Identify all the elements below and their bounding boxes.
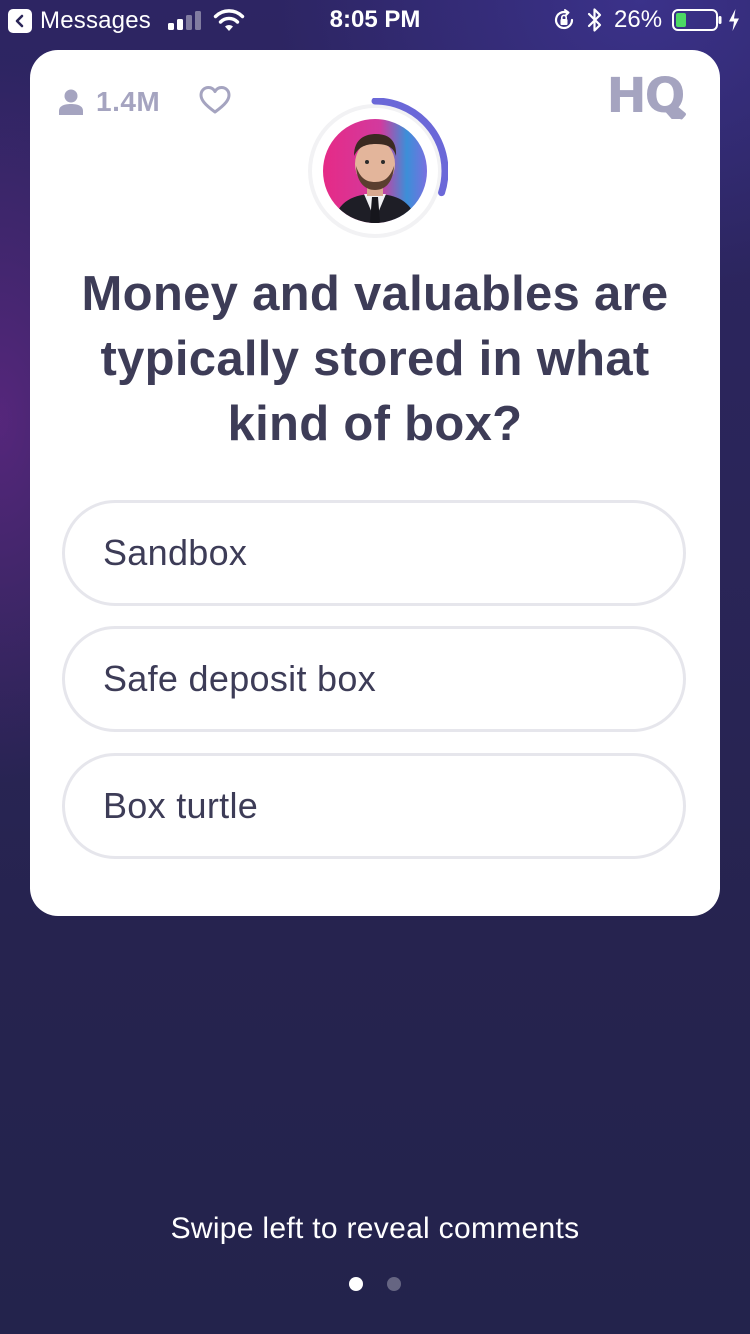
battery-fill — [676, 13, 686, 27]
answer-label: Safe deposit box — [103, 658, 376, 699]
answer-option-2[interactable]: Safe deposit box — [62, 626, 686, 732]
page-indicator[interactable] — [0, 1276, 750, 1292]
question-text: Money and valuables are typically stored… — [81, 267, 669, 451]
page-dot-1[interactable] — [349, 1277, 363, 1291]
answer-option-1[interactable]: Sandbox — [62, 500, 686, 606]
viewer-count-value: 1.4M — [96, 86, 161, 117]
host-timer — [301, 97, 449, 245]
battery-percent: 26% — [614, 6, 663, 33]
rotation-lock-icon — [554, 9, 574, 30]
hq-logo: HQ — [598, 66, 692, 126]
answer-option-3[interactable]: Box turtle — [62, 753, 686, 859]
viewer-count: 1.4M — [58, 86, 160, 118]
answer-label: Box turtle — [103, 785, 259, 826]
hq-logo-text: HQ — [607, 68, 684, 124]
swipe-hint: Swipe left to reveal comments — [170, 1212, 580, 1245]
bluetooth-icon — [587, 8, 602, 32]
battery-icon — [672, 9, 722, 31]
charging-icon — [729, 9, 739, 31]
page-dot-2[interactable] — [387, 1277, 401, 1291]
question-card: 1.4M HQ Money and valuables are typicall… — [30, 50, 720, 916]
status-bar: Messages 8:05 PM 26% — [0, 0, 750, 40]
answer-label: Sandbox — [103, 532, 248, 573]
heart-icon[interactable] — [198, 84, 232, 116]
user-icon — [59, 89, 83, 115]
